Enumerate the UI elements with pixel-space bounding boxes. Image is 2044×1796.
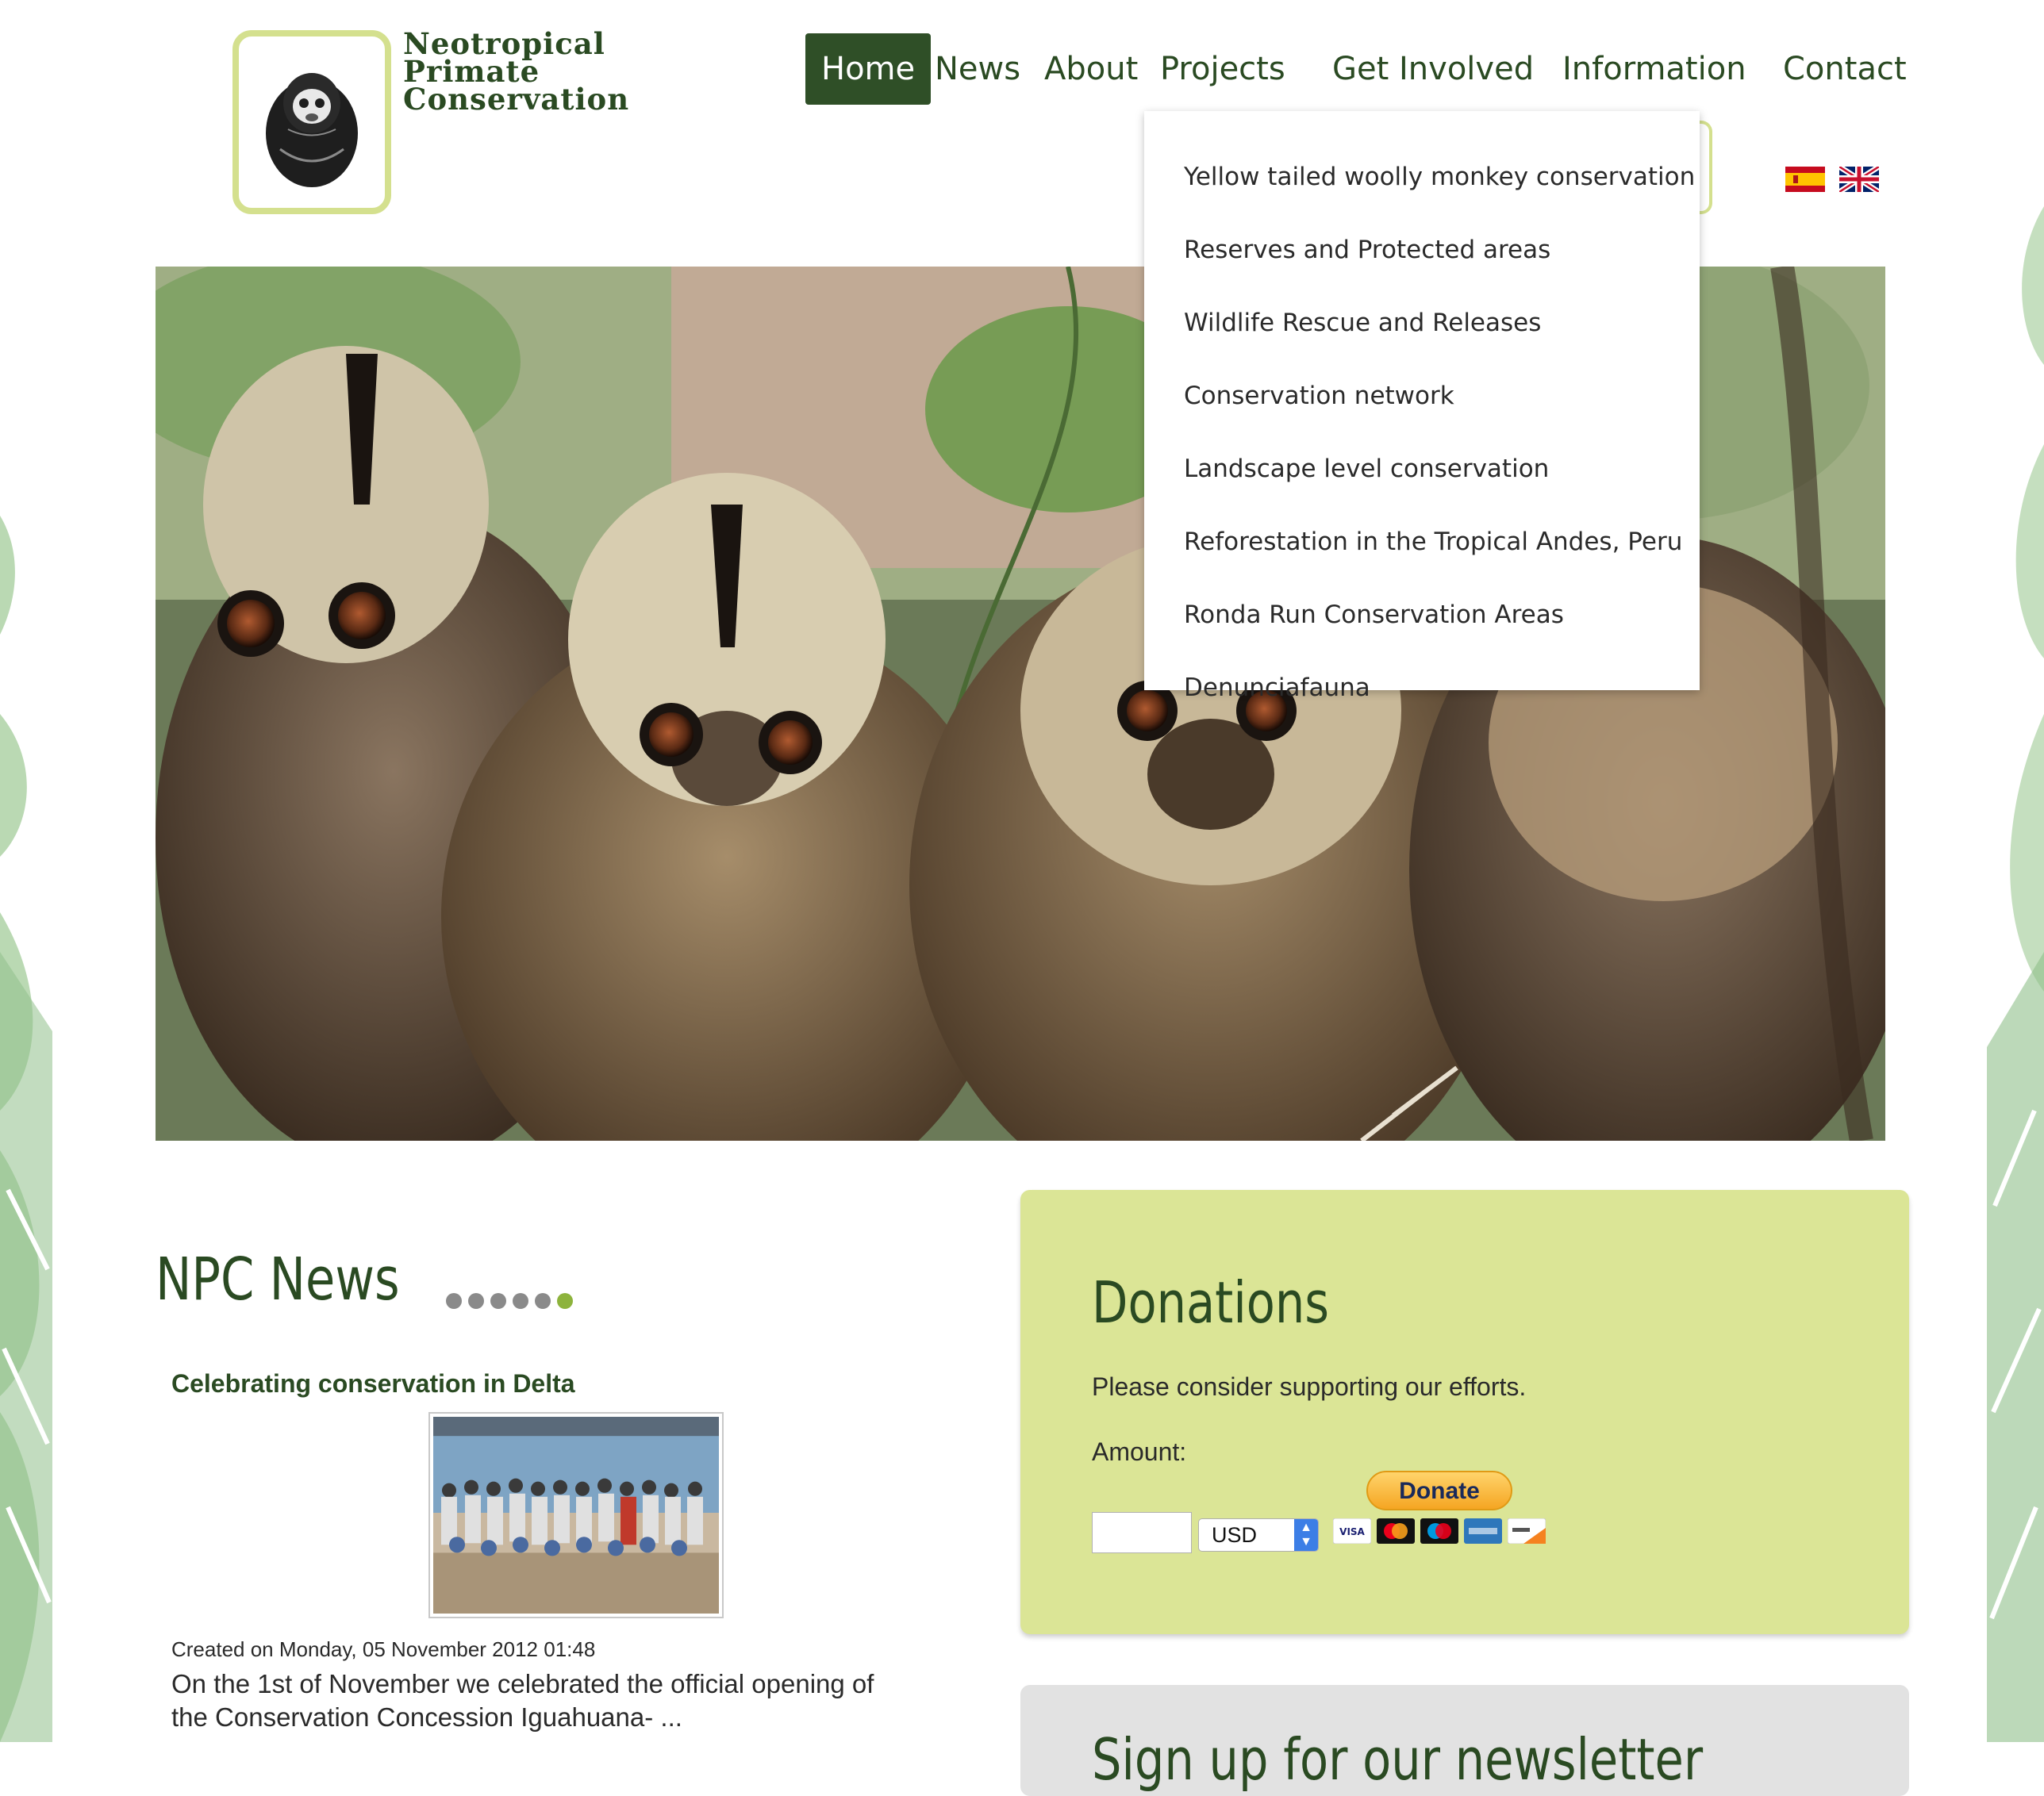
monkey-logo-icon [266,73,358,187]
amount-input[interactable] [1092,1512,1192,1553]
slider-dot[interactable] [513,1293,528,1309]
menu-item-woolly-monkey[interactable]: Yellow tailed woolly monkey conservation [1184,140,1695,213]
news-heading: NPC News [156,1245,400,1314]
slider-dot[interactable] [490,1293,506,1309]
projects-dropdown-menu: Yellow tailed woolly monkey conservation… [1144,111,1700,702]
menu-item-conservation-network[interactable]: Conservation network [1184,359,1454,432]
article-title-link[interactable]: Celebrating conservation in Delta [171,1369,575,1399]
donations-text: Please consider supporting our efforts. [1092,1372,1527,1401]
visa-icon: VISA [1333,1518,1371,1544]
donate-button[interactable]: Donate [1366,1471,1512,1510]
article-thumbnail[interactable] [428,1412,724,1618]
left-foliage-decoration [0,0,52,1742]
select-arrows-icon: ▲ ▼ [1294,1519,1318,1551]
menu-item-landscape[interactable]: Landscape level conservation [1184,432,1549,505]
nav-projects[interactable]: Projects [1160,33,1285,105]
mastercard-icon [1377,1518,1415,1544]
slider-dot[interactable] [535,1293,551,1309]
discover-icon [1508,1518,1546,1544]
site-name-line-3: Conservation [403,82,630,117]
site-name[interactable]: Neotropical Primate Conservation [403,29,630,117]
menu-item-ronda-run[interactable]: Ronda Run Conservation Areas [1184,578,1564,651]
uk-flag-icon[interactable] [1839,167,1879,192]
slider-dot[interactable] [468,1293,484,1309]
site-logo[interactable] [232,30,391,214]
article-excerpt: On the 1st of November we celebrated the… [171,1669,874,1732]
amount-label: Amount: [1092,1437,1187,1466]
menu-item-denunciafauna[interactable]: Denunciafauna [1184,651,1370,724]
nav-information[interactable]: Information [1562,33,1746,105]
menu-item-wildlife-rescue[interactable]: Wildlife Rescue and Releases [1184,286,1541,359]
menu-item-reserves[interactable]: Reserves and Protected areas [1184,213,1550,286]
nav-home[interactable]: Home [805,33,932,105]
maestro-icon [1420,1518,1458,1544]
svg-text:VISA: VISA [1339,1526,1365,1537]
menu-item-reforestation[interactable]: Reforestation in the Tropical Andes, Per… [1184,505,1682,578]
spanish-flag-icon[interactable] [1785,167,1825,192]
signup-heading: Sign up for our newsletter [1092,1726,1704,1793]
nav-news[interactable]: News [935,33,1020,105]
nav-about[interactable]: About [1044,33,1138,105]
article-created-date: Created on Monday, 05 November 2012 01:4… [171,1637,596,1661]
newsletter-signup-panel: Sign up for our newsletter [1020,1685,1909,1796]
donations-heading: Donations [1092,1269,1330,1336]
nav-get-involved[interactable]: Get Involved [1332,33,1534,105]
currency-value: USD [1212,1523,1258,1547]
donations-panel: Donations Please consider supporting our… [1020,1190,1909,1634]
currency-select[interactable]: USD ▲ ▼ [1198,1518,1319,1552]
slider-dot[interactable] [446,1293,462,1309]
nav-contact[interactable]: Contact [1783,33,1907,105]
slider-dot-active[interactable] [557,1293,573,1309]
amex-icon [1464,1518,1502,1544]
right-foliage-decoration [1987,0,2044,1742]
